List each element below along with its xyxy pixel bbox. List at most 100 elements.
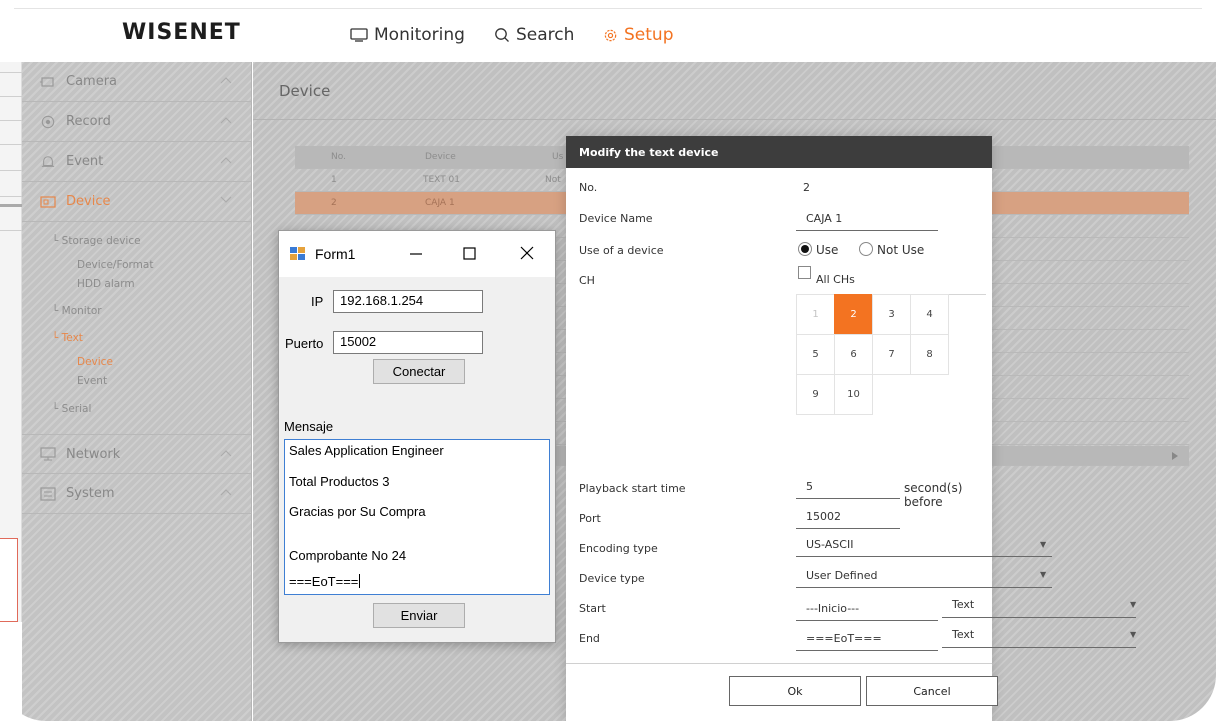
channel-cell-2[interactable]: 2 — [834, 294, 873, 335]
encoding-type-select[interactable]: US-ASCII — [806, 538, 853, 551]
sidebar-item-label: System — [66, 486, 115, 501]
device-name-input[interactable]: CAJA 1 — [806, 212, 842, 225]
ok-button[interactable]: Ok — [729, 676, 861, 706]
sidebar-item-label: Camera — [66, 74, 118, 89]
end-underline — [796, 650, 938, 651]
edge-line — [0, 196, 22, 197]
sidebar-sub-monitor[interactable]: └ Monitor — [52, 305, 102, 317]
channel-cell-4[interactable]: 4 — [910, 294, 949, 335]
nav-setup-label: Setup — [624, 25, 674, 45]
cancel-button[interactable]: Cancel — [866, 676, 998, 706]
playback-start-input[interactable]: 5 — [806, 480, 813, 493]
form1-titlebar[interactable]: Form1 — [279, 231, 555, 277]
channel-cell-5[interactable]: 5 — [796, 334, 835, 375]
edge-line — [0, 96, 22, 97]
sidebar-item-camera[interactable]: Camera — [22, 62, 252, 102]
use-device-label: Use of a device — [579, 244, 664, 257]
channel-cell-1: 1 — [796, 294, 835, 335]
port-label: Puerto — [285, 336, 324, 351]
scroll-right-icon[interactable] — [1171, 451, 1179, 461]
maximize-icon[interactable] — [457, 241, 481, 265]
ip-input[interactable]: 192.168.1.254 — [333, 290, 483, 313]
message-line: Sales Application Engineer — [289, 443, 444, 458]
sub-label: Serial — [61, 403, 92, 415]
sidebar-sub-text[interactable]: └ Text — [52, 332, 83, 344]
sidebar-sub-serial[interactable]: └ Serial — [52, 403, 91, 415]
minimize-icon[interactable] — [404, 241, 428, 265]
connect-button[interactable]: Conectar — [373, 359, 465, 384]
channel-cell-8[interactable]: 8 — [910, 334, 949, 375]
record-icon — [41, 115, 55, 128]
start-format-select[interactable]: Text — [952, 598, 974, 611]
use-radio-label: Use — [816, 243, 839, 257]
setup-sidebar: Camera Record Event Device └ Storage dev… — [22, 62, 252, 721]
message-line-last: ===EoT=== — [289, 574, 361, 589]
edge-line — [0, 72, 22, 73]
camera-icon — [40, 76, 54, 87]
nav-setup[interactable]: Setup — [603, 25, 673, 45]
port-label: Port — [579, 512, 601, 525]
sidebar-sub-storage-device[interactable]: └ Storage device — [52, 235, 141, 247]
send-button[interactable]: Enviar — [373, 603, 465, 628]
edge-line — [0, 120, 22, 121]
channel-cell-7[interactable]: 7 — [872, 334, 911, 375]
sidebar-item-device[interactable]: Device — [22, 182, 252, 222]
not-use-radio-label: Not Use — [877, 243, 925, 257]
message-line: Total Productos 3 — [289, 474, 390, 489]
chevron-up-icon — [220, 489, 232, 496]
sidebar-sub-hdd-alarm[interactable]: HDD alarm — [77, 278, 135, 290]
sidebar-item-record[interactable]: Record — [22, 102, 252, 142]
header-no: No. — [331, 152, 346, 162]
wisenet-logo: WISENET — [122, 20, 241, 45]
start-string-input[interactable]: ---Inicio--- — [806, 602, 859, 615]
sidebar-sub-text-device[interactable]: Device — [77, 356, 113, 368]
all-chs-checkbox[interactable] — [798, 266, 811, 279]
channel-cell-10[interactable]: 10 — [834, 374, 873, 415]
sidebar-item-label: Event — [66, 154, 104, 169]
edge-line — [0, 144, 22, 145]
chevron-up-icon — [220, 117, 232, 124]
edge-line — [0, 170, 22, 171]
sidebar-item-label: Device — [66, 194, 111, 209]
row-device: CAJA 1 — [425, 198, 455, 208]
no-value: 2 — [803, 181, 810, 194]
channel-cell-9[interactable]: 9 — [796, 374, 835, 415]
message-line: Comprobante No 24 — [289, 548, 407, 563]
nav-monitoring[interactable]: Monitoring — [350, 25, 465, 45]
start-underline — [796, 620, 938, 621]
message-textarea[interactable]: Sales Application Engineer Total Product… — [284, 439, 550, 595]
start-label: Start — [579, 602, 606, 615]
sidebar-item-system[interactable]: System — [22, 474, 252, 514]
dropdown-arrow-icon: ▼ — [1040, 570, 1047, 579]
chevron-up-icon — [220, 450, 232, 457]
end-string-input[interactable]: ===EoT=== — [806, 632, 882, 645]
row-use-fragment: Not — [545, 175, 561, 185]
use-radio[interactable] — [798, 242, 812, 256]
channel-cell-3[interactable]: 3 — [872, 294, 911, 335]
nav-search[interactable]: Search — [494, 25, 574, 45]
header-device: Device — [425, 152, 456, 162]
channel-cell-6[interactable]: 6 — [834, 334, 873, 375]
message-line: Gracias por Su Compra — [289, 504, 426, 519]
port-input[interactable]: 15002 — [333, 331, 483, 354]
dropdown-arrow-icon: ▼ — [1130, 630, 1137, 639]
sub-label: Text — [61, 332, 83, 344]
sidebar-sub-device-format[interactable]: Device/Format — [77, 259, 153, 271]
dropdown-arrow-icon: ▼ — [1040, 540, 1047, 549]
chevron-down-icon — [220, 196, 232, 203]
end-format-select[interactable]: Text — [952, 628, 974, 641]
end-format-underline — [942, 647, 1136, 648]
port-input[interactable]: 15002 — [806, 510, 841, 523]
sidebar-item-event[interactable]: Event — [22, 142, 252, 182]
edge-line — [0, 230, 22, 231]
device-name-underline — [796, 230, 938, 231]
network-icon — [40, 447, 56, 461]
close-icon[interactable] — [515, 241, 539, 265]
not-use-radio[interactable] — [859, 242, 873, 256]
sidebar-item-network[interactable]: Network — [22, 434, 252, 474]
device-type-select[interactable]: User Defined — [806, 569, 877, 582]
encoding-type-label: Encoding type — [579, 542, 658, 555]
message-label: Mensaje — [284, 419, 334, 434]
gear-icon — [604, 29, 617, 41]
sidebar-sub-text-event[interactable]: Event — [77, 375, 107, 387]
